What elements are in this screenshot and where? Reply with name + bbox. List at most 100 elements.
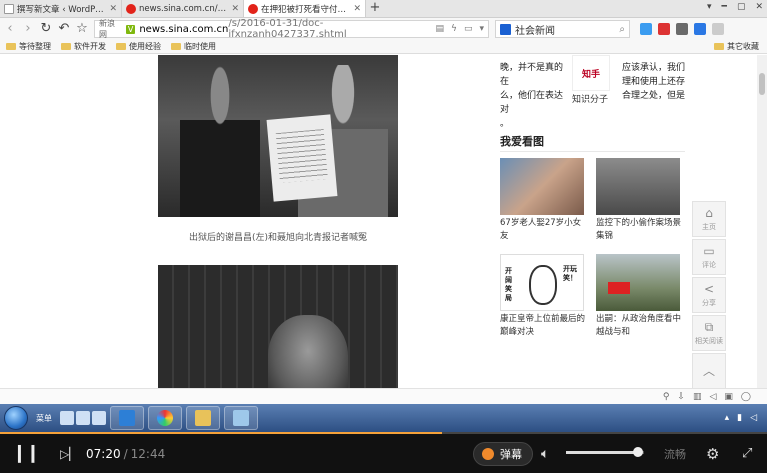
- text-line: 。: [500, 119, 510, 129]
- zhishifenzi-logo[interactable]: 知手: [572, 55, 610, 91]
- total-time: 12:44: [130, 446, 166, 461]
- maximize-icon[interactable]: ▢: [737, 2, 746, 12]
- gallery-card[interactable]: 出嗣：从政治角度看中越战与和: [596, 254, 682, 339]
- forward-icon[interactable]: ›: [22, 22, 34, 36]
- bookmark-folder[interactable]: 使用经验: [116, 41, 161, 52]
- undo-icon[interactable]: ↶: [58, 22, 70, 36]
- pause-button[interactable]: ▎▎: [18, 434, 45, 473]
- network-icon[interactable]: ▮: [737, 413, 742, 423]
- gallery-card[interactable]: 67岁老人娶27岁小女友: [500, 158, 586, 243]
- hamburger-menu-icon[interactable]: [712, 23, 724, 35]
- search-engine-icon[interactable]: [500, 23, 511, 35]
- gallery-title[interactable]: 监控下的小偷作案场景集锦: [596, 217, 682, 243]
- extension-icon[interactable]: [676, 23, 688, 35]
- gallery-thumbnail[interactable]: [500, 158, 584, 215]
- tab-sina-society[interactable]: news.sina.com.cn/society/ ✕: [122, 0, 244, 17]
- search-icon[interactable]: ⌕: [619, 24, 625, 35]
- extension-icon[interactable]: [640, 23, 652, 35]
- address-bar[interactable]: 新浪网 V news.sina.com.cn/s/2016-01-31/doc-…: [94, 18, 489, 40]
- photo-person-left: [180, 55, 260, 217]
- trash-icon[interactable]: ▥: [693, 392, 702, 402]
- quick-launch-icon[interactable]: [60, 411, 74, 425]
- download-icon[interactable]: ⇩: [677, 392, 685, 402]
- new-tab-button[interactable]: +: [366, 0, 384, 17]
- gallery-title[interactable]: 出嗣：从政治角度看中越战与和: [596, 313, 682, 339]
- comment-button[interactable]: ▭ 评论: [692, 239, 726, 275]
- windows-taskbar: 菜单 ▴ ▮ ◁: [0, 404, 767, 432]
- zoom-icon[interactable]: ◯: [741, 392, 751, 402]
- quality-selector[interactable]: 流畅: [664, 434, 686, 473]
- taskbar-menu[interactable]: 菜单: [36, 413, 52, 424]
- danmaku-label: 弹幕: [500, 447, 522, 461]
- gallery-thumbnail[interactable]: [596, 254, 680, 311]
- gear-icon[interactable]: ⚙: [706, 434, 719, 473]
- search-box[interactable]: 社会新闻 ⌕: [495, 20, 630, 38]
- dropdown-icon[interactable]: ▾: [479, 24, 484, 34]
- gallery-thumbnail[interactable]: 开阔笑局 开玩笑！: [500, 254, 584, 311]
- share-button[interactable]: < 分享: [692, 277, 726, 313]
- volume-icon[interactable]: ◁: [709, 392, 716, 402]
- close-icon[interactable]: ✕: [231, 4, 239, 14]
- danmaku-pill[interactable]: 弹幕: [473, 441, 533, 466]
- taskbar-app-explorer[interactable]: [186, 406, 220, 430]
- url-path: /s/2016-01-31/doc-ifxnzanh0427337.shtml: [228, 18, 347, 40]
- extension-icon[interactable]: [694, 23, 706, 35]
- bookmark-folder[interactable]: 等待整理: [6, 41, 51, 52]
- volume-fill: [566, 451, 638, 454]
- flag-shape: [608, 282, 630, 294]
- floating-toolbar: ⌂ 主页 ▭ 评论 < 分享 ⧉ 相关阅读 ︿: [692, 201, 726, 388]
- tray-arrow-icon[interactable]: ▴: [725, 413, 730, 423]
- taskbar-app-other[interactable]: [224, 406, 258, 430]
- reload-icon[interactable]: ↻: [40, 22, 52, 36]
- related-text-left[interactable]: 晚，并不是真的在 么，他们在表达对 。: [500, 61, 568, 131]
- logo-label[interactable]: 知识分子: [572, 92, 608, 105]
- sina-icon: [126, 3, 136, 14]
- search-input[interactable]: 社会新闻: [515, 22, 555, 37]
- bookmark-folder[interactable]: 临时使用: [171, 41, 216, 52]
- quick-launch-icon[interactable]: [76, 411, 90, 425]
- taskbar-app-word[interactable]: [110, 406, 144, 430]
- gallery-title[interactable]: 康正皇帝上位前最后的巅峰对决: [500, 313, 586, 339]
- scrollbar-thumb[interactable]: [759, 73, 765, 95]
- tab-wordpress[interactable]: 撰写新文章 ‹ WordPress ✕: [0, 0, 122, 17]
- window-icon[interactable]: ▣: [724, 392, 733, 402]
- reader-icon[interactable]: ▤: [436, 24, 445, 34]
- paste-icon[interactable]: ▭: [464, 24, 473, 34]
- page-scrollbar[interactable]: [757, 55, 767, 388]
- pin-icon[interactable]: ⚲: [663, 392, 670, 402]
- home-button[interactable]: ⌂ 主页: [692, 201, 726, 237]
- section-title: 我爱看图: [500, 135, 544, 148]
- tab-article[interactable]: 在押犯被打死看守付90万封口 ✕: [244, 0, 366, 17]
- star-icon[interactable]: ☆: [76, 22, 88, 36]
- start-button[interactable]: [4, 406, 28, 430]
- photo-caption: 出狱后的谢昌昌(左)和聂旭向北青报记者喊冤: [188, 233, 368, 243]
- menu-icon[interactable]: ▾: [707, 2, 712, 12]
- lightning-icon[interactable]: ϟ: [451, 24, 457, 34]
- extension-icon[interactable]: [658, 23, 670, 35]
- fullscreen-icon[interactable]: ⤢: [742, 434, 752, 473]
- sina-icon: [248, 3, 258, 14]
- volume-icon[interactable]: 🔈︎: [541, 434, 549, 473]
- taskbar-app-browser[interactable]: [148, 406, 182, 430]
- link-icon: ⧉: [704, 319, 714, 334]
- gallery-card[interactable]: 监控下的小偷作案场景集锦: [596, 158, 682, 243]
- gallery-card[interactable]: 开阔笑局 开玩笑！ 康正皇帝上位前最后的巅峰对决: [500, 254, 586, 339]
- bookmark-folder[interactable]: 软件开发: [61, 41, 106, 52]
- close-icon[interactable]: ✕: [353, 4, 361, 14]
- minimize-icon[interactable]: ━: [722, 2, 727, 12]
- next-button[interactable]: ▷▏: [60, 434, 78, 473]
- danmaku-toggle[interactable]: 弹幕: [473, 434, 533, 473]
- back-icon[interactable]: ‹: [4, 22, 16, 36]
- volume-slider[interactable]: [566, 447, 644, 457]
- other-bookmarks[interactable]: 其它收藏: [714, 41, 759, 52]
- speaker-icon[interactable]: ◁: [750, 413, 757, 423]
- close-window-icon[interactable]: ✕: [755, 2, 763, 12]
- volume-knob[interactable]: [632, 447, 643, 457]
- related-text-right[interactable]: 应该承认，我们 理和使用上还存 合理之处，但是: [622, 61, 686, 103]
- gallery-thumbnail[interactable]: [596, 158, 680, 215]
- close-icon[interactable]: ✕: [109, 4, 117, 14]
- back-to-top-button[interactable]: ︿: [692, 353, 726, 388]
- quick-launch-icon[interactable]: [92, 411, 106, 425]
- related-reading-button[interactable]: ⧉ 相关阅读: [692, 315, 726, 351]
- gallery-title[interactable]: 67岁老人娶27岁小女友: [500, 217, 586, 243]
